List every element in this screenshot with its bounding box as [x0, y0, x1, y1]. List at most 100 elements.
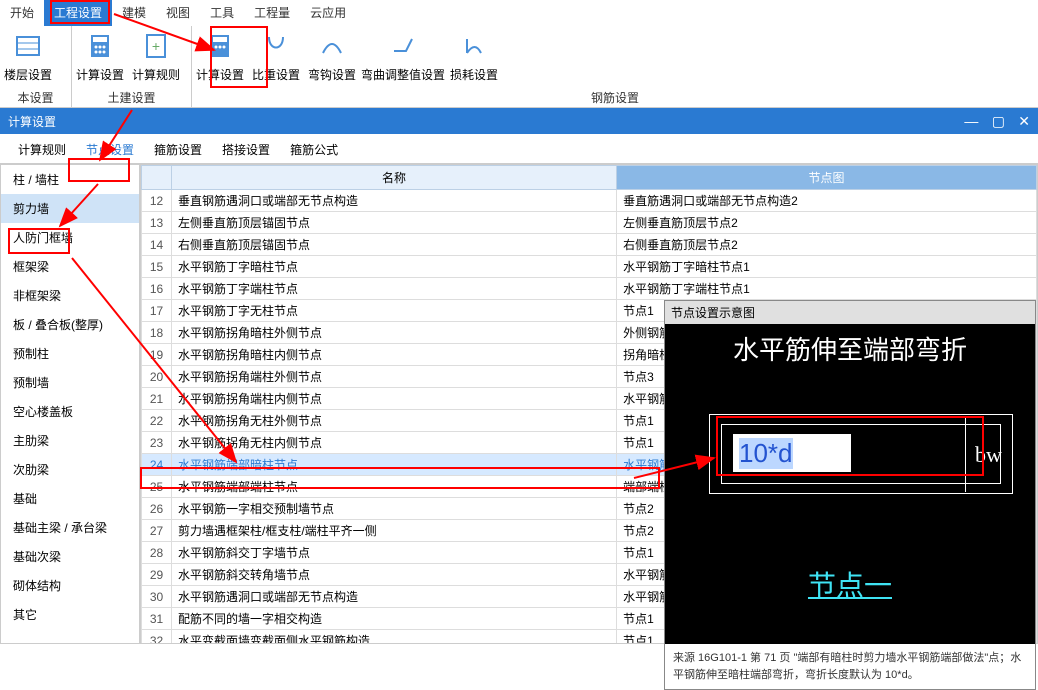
row-number: 15 — [142, 256, 172, 278]
floor-settings-button[interactable]: 楼层设置 — [0, 26, 56, 87]
group-label: 钢筋设置 — [192, 87, 1038, 108]
row-number: 19 — [142, 344, 172, 366]
btn-label: 弯曲调整值设置 — [361, 66, 445, 83]
hook-icon — [260, 30, 292, 62]
cell-name[interactable]: 水平钢筋斜交丁字墙节点 — [172, 542, 617, 564]
cell-name[interactable]: 水平钢筋斜交转角墙节点 — [172, 564, 617, 586]
diagram-title: 节点设置示意图 — [665, 301, 1035, 324]
sidebar-item[interactable]: 框架梁 — [1, 252, 139, 281]
cell-name[interactable]: 水平钢筋遇洞口或端部无节点构造 — [172, 586, 617, 608]
cell-name[interactable]: 水平钢筋拐角无柱内侧节点 — [172, 432, 617, 454]
cell-name[interactable]: 水平钢筋拐角暗柱外侧节点 — [172, 322, 617, 344]
sidebar-item[interactable]: 空心楼盖板 — [1, 397, 139, 426]
cell-name[interactable]: 垂直钢筋遇洞口或端部无节点构造 — [172, 190, 617, 212]
btn-label: 弯钩设置 — [308, 66, 356, 83]
sidebar-item-selected[interactable]: 剪力墙 — [1, 194, 139, 223]
cell-name[interactable]: 水平钢筋拐角端柱内侧节点 — [172, 388, 617, 410]
cell-name[interactable]: 配筋不同的墙一字相交构造 — [172, 608, 617, 630]
sidebar-item[interactable]: 非框架梁 — [1, 281, 139, 310]
maximize-button[interactable]: ▢ — [992, 113, 1005, 129]
calc-settings-button[interactable]: 计算设置 — [72, 26, 128, 87]
table-row[interactable]: 12垂直钢筋遇洞口或端部无节点构造垂直筋遇洞口或端部无节点构造2 — [142, 190, 1037, 212]
table-row[interactable]: 13左侧垂直筋顶层锚固节点左侧垂直筋顶层节点2 — [142, 212, 1037, 234]
diagram-node-label[interactable]: 节点一 — [665, 564, 1035, 604]
menu-tab[interactable]: 开始 — [0, 0, 44, 26]
weight-settings-button[interactable]: 比重设置 — [248, 26, 304, 87]
table-row[interactable]: 15水平钢筋丁字暗柱节点水平钢筋丁字暗柱节点1 — [142, 256, 1037, 278]
loss-settings-button[interactable]: 损耗设置 — [446, 26, 502, 87]
sidebar-item[interactable]: 柱 / 墙柱 — [1, 165, 139, 194]
cell-node[interactable]: 水平钢筋丁字暗柱节点1 — [617, 256, 1037, 278]
row-number: 31 — [142, 608, 172, 630]
menu-tab[interactable]: 工程量 — [244, 0, 300, 26]
row-number: 27 — [142, 520, 172, 542]
sidebar-item[interactable]: 主肋梁 — [1, 426, 139, 455]
cell-name[interactable]: 水平钢筋拐角暗柱内侧节点 — [172, 344, 617, 366]
cell-name[interactable]: 水平钢筋端部端柱节点 — [172, 476, 617, 498]
subtab[interactable]: 箍筋公式 — [280, 136, 348, 163]
sidebar-item[interactable]: 次肋梁 — [1, 455, 139, 484]
menu-tab[interactable]: 建模 — [112, 0, 156, 26]
row-number: 20 — [142, 366, 172, 388]
row-number: 24 — [142, 454, 172, 476]
cell-name[interactable]: 水平钢筋丁字端柱节点 — [172, 278, 617, 300]
cell-name[interactable]: 右侧垂直筋顶层锚固节点 — [172, 234, 617, 256]
sidebar-item[interactable]: 人防门框墙 — [1, 223, 139, 252]
subtab-active[interactable]: 节点设置 — [76, 136, 144, 163]
bend-icon — [387, 30, 419, 62]
minimize-button[interactable]: — — [964, 113, 978, 129]
cell-name[interactable]: 左侧垂直筋顶层锚固节点 — [172, 212, 617, 234]
row-number: 30 — [142, 586, 172, 608]
close-button[interactable]: ✕ — [1018, 113, 1030, 129]
group-label: 土建设置 — [72, 87, 191, 108]
menu-tabs: 开始 工程设置 建模 视图 工具 工程量 云应用 — [0, 0, 1038, 26]
cell-name[interactable]: 水平钢筋一字相交预制墙节点 — [172, 498, 617, 520]
sidebar-item[interactable]: 其它 — [1, 600, 139, 629]
cell-name[interactable]: 水平钢筋拐角无柱外侧节点 — [172, 410, 617, 432]
dialog-title: 计算设置 — [8, 113, 56, 130]
menu-tab[interactable]: 视图 — [156, 0, 200, 26]
cell-name[interactable]: 水平钢筋丁字暗柱节点 — [172, 256, 617, 278]
ribbon: 楼层设置 本设置 计算设置 + 计算规则 土建设置 计算设置 比重设置 — [0, 26, 1038, 108]
diagram-heading: 水平筋伸至端部弯折 — [665, 324, 1035, 381]
calculator-icon — [84, 30, 116, 62]
menu-tab[interactable]: 云应用 — [300, 0, 356, 26]
row-number: 13 — [142, 212, 172, 234]
sidebar-item[interactable]: 砌体结构 — [1, 571, 139, 600]
cell-node[interactable]: 左侧垂直筋顶层节点2 — [617, 212, 1037, 234]
group-label: 本设置 — [0, 87, 71, 108]
menu-tab[interactable]: 工具 — [200, 0, 244, 26]
table-row[interactable]: 14右侧垂直筋顶层锚固节点右侧垂直筋顶层节点2 — [142, 234, 1037, 256]
cell-node[interactable]: 水平钢筋丁字端柱节点1 — [617, 278, 1037, 300]
cell-name[interactable]: 水平钢筋端部暗柱节点 — [172, 454, 617, 476]
btn-label: 计算设置 — [76, 66, 124, 83]
cell-name[interactable]: 水平变截面墙变截面侧水平钢筋构造 — [172, 630, 617, 645]
diagram-input[interactable]: 10*d — [733, 434, 851, 472]
cell-name[interactable]: 剪力墙遇框架柱/框支柱/端柱平齐一侧 — [172, 520, 617, 542]
sidebar-item[interactable]: 板 / 叠合板(整厚) — [1, 310, 139, 339]
sidebar: 柱 / 墙柱 剪力墙 人防门框墙 框架梁 非框架梁 板 / 叠合板(整厚) 预制… — [0, 164, 140, 644]
menu-tab-active[interactable]: 工程设置 — [44, 0, 112, 26]
cell-name[interactable]: 水平钢筋丁字无柱节点 — [172, 300, 617, 322]
sidebar-item[interactable]: 基础 — [1, 484, 139, 513]
sidebar-item[interactable]: 基础主梁 / 承台梁 — [1, 513, 139, 542]
floor-icon — [12, 30, 44, 62]
subtab[interactable]: 搭接设置 — [212, 136, 280, 163]
rebar-calc-settings-button[interactable]: 计算设置 — [192, 26, 248, 87]
subtab[interactable]: 计算规则 — [8, 136, 76, 163]
sidebar-item[interactable]: 基础次梁 — [1, 542, 139, 571]
row-number: 17 — [142, 300, 172, 322]
sidebar-item[interactable]: 预制墙 — [1, 368, 139, 397]
cell-node[interactable]: 右侧垂直筋顶层节点2 — [617, 234, 1037, 256]
table-row[interactable]: 16水平钢筋丁字端柱节点水平钢筋丁字端柱节点1 — [142, 278, 1037, 300]
hook-settings-button[interactable]: 弯钩设置 — [304, 26, 360, 87]
row-number: 18 — [142, 322, 172, 344]
calc-rule-button[interactable]: + 计算规则 — [128, 26, 184, 87]
calculator-plus-icon: + — [140, 30, 172, 62]
cell-node[interactable]: 垂直筋遇洞口或端部无节点构造2 — [617, 190, 1037, 212]
diagram-note: 来源 16G101-1 第 71 页 "端部有暗柱时剪力墙水平钢筋端部做法"点；… — [665, 644, 1035, 689]
sidebar-item[interactable]: 预制柱 — [1, 339, 139, 368]
bend-adjust-button[interactable]: 弯曲调整值设置 — [360, 26, 446, 87]
cell-name[interactable]: 水平钢筋拐角端柱外侧节点 — [172, 366, 617, 388]
subtab[interactable]: 箍筋设置 — [144, 136, 212, 163]
